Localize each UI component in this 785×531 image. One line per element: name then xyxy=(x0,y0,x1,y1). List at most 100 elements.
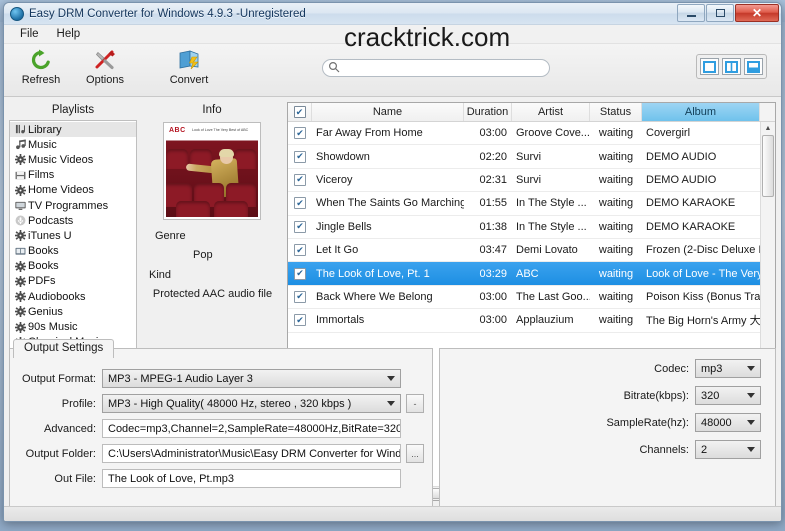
select-all-header[interactable]: ✔ xyxy=(288,103,312,121)
column-header-duration[interactable]: Duration xyxy=(464,103,512,121)
menu-item-file[interactable]: File xyxy=(11,26,48,42)
maximize-button[interactable] xyxy=(706,4,734,22)
select-all-checkbox[interactable]: ✔ xyxy=(293,106,306,118)
sidebar-item-label: Genius xyxy=(28,305,63,318)
output-format-select[interactable]: MP3 - MPEG-1 Audio Layer 3 xyxy=(102,369,401,388)
cell-dur: 01:55 xyxy=(479,197,507,210)
cell-name: Let It Go xyxy=(316,244,359,257)
profile-row: Profile: MP3 - High Quality( 48000 Hz, s… xyxy=(14,394,424,413)
table-row[interactable]: ✔ Back Where We Belong 03:00 The Last Goo..… xyxy=(288,286,775,310)
cell-album: DEMO KARAOKE xyxy=(646,220,736,233)
window-controls: ✕ xyxy=(676,4,779,22)
codec-select[interactable]: 48000 xyxy=(695,413,761,432)
row-checkbox-cell[interactable]: ✔ xyxy=(288,314,312,327)
table-row[interactable]: ✔ Far Away From Home 03:00 Groove Cove... wa… xyxy=(288,122,775,146)
codec-select[interactable]: mp3 xyxy=(695,359,761,378)
row-checkbox-cell[interactable]: ✔ xyxy=(288,197,312,210)
codec-select[interactable]: 320 xyxy=(695,386,761,405)
sidebar-item-audiobooks[interactable]: Audiobooks xyxy=(10,289,136,304)
row-checkbox-cell[interactable]: ✔ xyxy=(288,220,312,233)
sidebar-item-music-videos[interactable]: Music Videos xyxy=(10,152,136,167)
sidebar-item-itunes-u[interactable]: iTunes U xyxy=(10,228,136,243)
view-mode-split-button[interactable] xyxy=(722,58,741,75)
table-row[interactable]: ✔ Viceroy 02:31 Survi waiting DEMO AUDIO xyxy=(288,169,775,193)
view-mode-bottom-button[interactable] xyxy=(744,58,763,75)
cell-name: The Look of Love, Pt. 1 xyxy=(316,267,430,280)
row-checkbox[interactable]: ✔ xyxy=(294,267,306,280)
codec-value: mp3 xyxy=(701,362,723,375)
sidebar-item-label: Podcasts xyxy=(28,214,74,227)
convert-button[interactable]: Convert xyxy=(158,44,220,86)
profile-edit-button[interactable]: - xyxy=(406,394,424,413)
menu-item-help[interactable]: Help xyxy=(48,26,90,42)
column-header-name[interactable]: Name xyxy=(312,103,464,121)
profile-select[interactable]: MP3 - High Quality( 48000 Hz, stereo , 3… xyxy=(102,394,401,413)
browse-folder-button[interactable]: ... xyxy=(406,444,424,463)
cell-artist: In The Style ... xyxy=(516,220,587,233)
row-checkbox[interactable]: ✔ xyxy=(294,244,306,257)
row-checkbox[interactable]: ✔ xyxy=(294,220,306,233)
table-row[interactable]: ✔ Let It Go 03:47 Demi Lovato waiting Frozen … xyxy=(288,239,775,263)
output-format-label: Output Format: xyxy=(22,372,96,385)
refresh-button[interactable]: Refresh xyxy=(10,44,72,86)
row-checkbox-cell[interactable]: ✔ xyxy=(288,150,312,163)
column-header-artist[interactable]: Artist xyxy=(512,103,590,121)
tab-output-settings[interactable]: Output Settings xyxy=(13,339,115,358)
cell-artist: The Last Goo... xyxy=(516,290,590,303)
sidebar-item-books[interactable]: Books xyxy=(10,259,136,274)
row-checkbox[interactable]: ✔ xyxy=(294,314,306,327)
sidebar-item-home-videos[interactable]: Home Videos xyxy=(10,183,136,198)
table-row[interactable]: ✔ Showdown 02:20 Survi waiting DEMO AUDIO xyxy=(288,145,775,169)
album-art-image: ABC Look of Love The Very Best of ABC xyxy=(166,125,258,217)
application-window: Easy DRM Converter for Windows 4.9.3 -Un… xyxy=(3,2,782,522)
vscroll-thumb[interactable] xyxy=(762,135,774,197)
view-mode-single-button[interactable] xyxy=(700,58,719,75)
row-checkbox[interactable]: ✔ xyxy=(294,150,306,163)
sidebar-item-tv-programmes[interactable]: TV Programmes xyxy=(10,198,136,213)
advanced-field[interactable]: Codec=mp3,Channel=2,SampleRate=48000Hz,B… xyxy=(102,419,401,438)
row-checkbox-cell[interactable]: ✔ xyxy=(288,173,312,186)
row-checkbox-cell[interactable]: ✔ xyxy=(288,290,312,303)
sidebar-item-pdfs[interactable]: PDFs xyxy=(10,274,136,289)
row-checkbox-cell[interactable]: ✔ xyxy=(288,267,312,280)
sidebar-item-label: Library xyxy=(28,123,62,136)
codec-row-samplerate-hz: SampleRate(hz): 48000 xyxy=(446,413,761,432)
sidebar-item-90s-music[interactable]: 90s Music xyxy=(10,319,136,334)
cell-status: waiting xyxy=(598,220,634,233)
cell-dur: 03:47 xyxy=(479,244,507,257)
sidebar-item-library[interactable]: Library xyxy=(10,122,136,138)
minimize-button[interactable] xyxy=(677,4,705,22)
row-checkbox[interactable]: ✔ xyxy=(294,173,306,186)
row-checkbox[interactable]: ✔ xyxy=(294,197,306,210)
output-folder-field[interactable]: C:\Users\Administrator\Music\Easy DRM Co… xyxy=(102,444,401,463)
codec-select[interactable]: 2 xyxy=(695,440,761,459)
table-row[interactable]: ✔ Immortals 03:00 Applauzium waiting The Big … xyxy=(288,309,775,333)
sidebar-item-books[interactable]: Books xyxy=(10,244,136,259)
row-checkbox[interactable]: ✔ xyxy=(294,127,306,140)
options-button[interactable]: Options xyxy=(74,44,136,86)
codec-label: Codec: xyxy=(654,362,689,375)
cell-status: waiting xyxy=(598,197,634,210)
wrench-screwdriver-icon xyxy=(93,47,117,73)
sidebar-item-podcasts[interactable]: Podcasts xyxy=(10,213,136,228)
column-header-album[interactable]: Album xyxy=(642,103,760,121)
row-checkbox-cell[interactable]: ✔ xyxy=(288,127,312,140)
table-row[interactable]: ✔ The Look of Love, Pt. 1 03:29 ABC waiting L… xyxy=(288,262,775,286)
codec-value: 2 xyxy=(701,443,708,456)
sidebar-item-genius[interactable]: Genius xyxy=(10,304,136,319)
out-file-field[interactable]: The Look of Love, Pt.mp3 xyxy=(102,469,401,488)
row-checkbox-cell[interactable]: ✔ xyxy=(288,244,312,257)
scroll-up-icon[interactable]: ▲ xyxy=(761,122,775,135)
column-header-status[interactable]: Status xyxy=(590,103,642,121)
cell-status: waiting xyxy=(598,127,634,140)
table-row[interactable]: ✔ When The Saints Go Marching In 01:55 In T… xyxy=(288,192,775,216)
row-checkbox[interactable]: ✔ xyxy=(294,290,306,303)
sidebar-item-films[interactable]: Films xyxy=(10,168,136,183)
close-button[interactable]: ✕ xyxy=(735,4,779,22)
album-art-artist: ABC xyxy=(169,127,186,134)
tv-icon xyxy=(13,200,28,211)
table-row[interactable]: ✔ Jingle Bells 01:38 In The Style ... waitin… xyxy=(288,216,775,239)
sidebar-item-music[interactable]: Music xyxy=(10,137,136,152)
cell-artist: Demi Lovato xyxy=(516,244,578,257)
search-input[interactable] xyxy=(322,59,550,77)
